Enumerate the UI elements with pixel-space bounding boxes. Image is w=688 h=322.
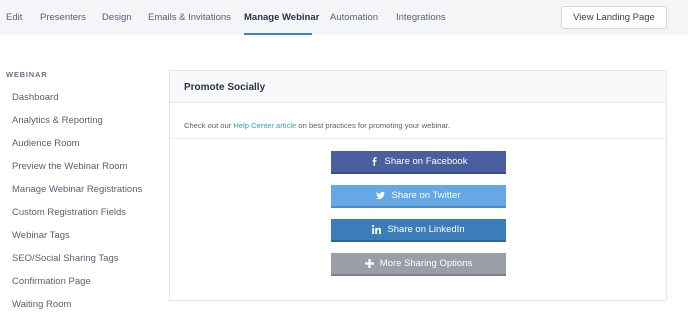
tab-automation[interactable]: Automation [330, 12, 378, 23]
twitter-icon [376, 191, 386, 200]
top-navigation: Edit Presenters Design Emails & Invitati… [0, 0, 688, 35]
promote-socially-card: Promote Socially Check out our Help Cent… [169, 70, 667, 301]
sidebar-item-audience-room[interactable]: Audience Room [12, 138, 80, 149]
share-twitter-label: Share on Twitter [391, 190, 461, 201]
card-divider [170, 138, 666, 139]
plus-icon [364, 259, 374, 268]
linkedin-icon [372, 225, 382, 234]
active-tab-indicator [244, 33, 312, 35]
tab-design[interactable]: Design [102, 12, 132, 23]
tab-manage-webinar[interactable]: Manage Webinar [244, 12, 319, 23]
tab-integrations[interactable]: Integrations [396, 12, 446, 23]
facebook-icon [372, 157, 377, 166]
view-landing-page-button[interactable]: View Landing Page [561, 6, 667, 29]
help-center-link[interactable]: Help Center article [233, 121, 296, 130]
sidebar-item-confirmation-page[interactable]: Confirmation Page [12, 276, 91, 287]
share-facebook-label: Share on Facebook [384, 156, 468, 167]
card-header: Promote Socially [170, 71, 666, 103]
sidebar-item-seo-social-tags[interactable]: SEO/Social Sharing Tags [12, 253, 119, 264]
sidebar-item-custom-registration-fields[interactable]: Custom Registration Fields [12, 207, 126, 218]
desc-text-after: on best practices for promoting your web… [296, 121, 450, 130]
card-title: Promote Socially [184, 82, 266, 93]
more-sharing-options-button[interactable]: More Sharing Options [331, 253, 506, 276]
desc-text-before: Check out our [184, 121, 234, 130]
sidebar-item-preview-webinar-room[interactable]: Preview the Webinar Room [12, 161, 127, 172]
sidebar-item-analytics-reporting[interactable]: Analytics & Reporting [12, 115, 103, 126]
sidebar-item-manage-registrations[interactable]: Manage Webinar Registrations [12, 184, 142, 195]
sidebar-heading: WEBINAR [6, 70, 48, 79]
tab-emails-invitations[interactable]: Emails & Invitations [148, 12, 231, 23]
sidebar-item-dashboard[interactable]: Dashboard [12, 92, 58, 103]
sidebar-item-webinar-tags[interactable]: Webinar Tags [12, 230, 70, 241]
tab-edit[interactable]: Edit [6, 12, 22, 23]
share-facebook-button[interactable]: Share on Facebook [331, 151, 506, 174]
sidebar-item-waiting-room[interactable]: Waiting Room [12, 299, 71, 310]
share-twitter-button[interactable]: Share on Twitter [331, 185, 506, 208]
share-linkedin-button[interactable]: Share on LinkedIn [331, 219, 506, 242]
share-linkedin-label: Share on LinkedIn [387, 224, 465, 235]
more-sharing-options-label: More Sharing Options [379, 258, 473, 269]
card-description: Check out our Help Center article on bes… [184, 121, 450, 130]
tab-presenters[interactable]: Presenters [40, 12, 86, 23]
